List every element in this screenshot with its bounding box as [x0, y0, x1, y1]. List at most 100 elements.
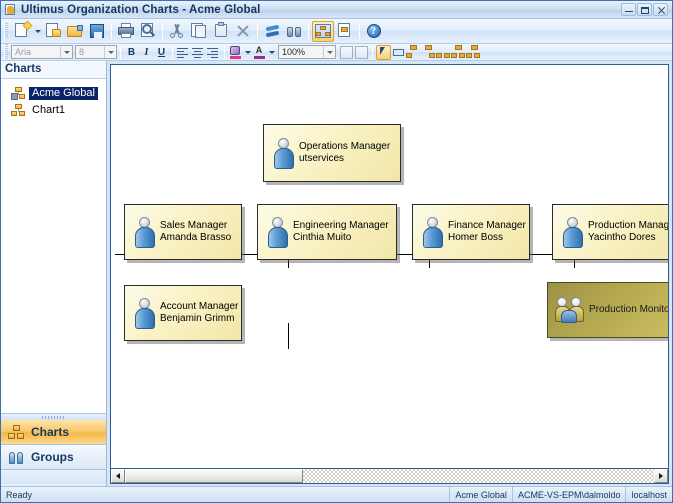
- sidebar-header: Charts: [5, 63, 42, 75]
- chart-node-root[interactable]: Operations Manager utservices: [263, 124, 401, 182]
- font-size-combo[interactable]: 8: [75, 45, 117, 59]
- sidebar-splitter[interactable]: [1, 413, 106, 420]
- align-left-icon: [177, 47, 190, 58]
- zoom-combo[interactable]: 100%: [278, 45, 336, 59]
- status-bar: Ready Acme Global ACME-VS-EPM\dalmoldo l…: [1, 486, 672, 502]
- window-title: Ultimus Organization Charts - Acme Globa…: [21, 3, 261, 16]
- add-coworker-icon: [436, 45, 451, 59]
- canvas-area: Operations Manager utservices Sales Mana…: [107, 61, 672, 486]
- bold-button[interactable]: B: [124, 45, 139, 60]
- cut-button[interactable]: [166, 21, 188, 42]
- chart-view-button[interactable]: [312, 20, 334, 42]
- copy-button[interactable]: [188, 21, 210, 42]
- chart-node-sales[interactable]: Sales Manager Amanda Brasso: [124, 204, 242, 260]
- properties-button[interactable]: [334, 21, 356, 42]
- pointer-tool-button[interactable]: [376, 44, 391, 60]
- groups-icon: [8, 450, 25, 465]
- chart-node-engineering[interactable]: Engineering Manager Cinthia Muito: [257, 204, 397, 260]
- tree-item-acme-global[interactable]: Acme Global: [1, 85, 106, 102]
- chart-node-title: Account Manager: [160, 301, 239, 312]
- refresh-button[interactable]: [261, 21, 283, 42]
- chevron-down-icon[interactable]: [323, 46, 335, 58]
- delete-button[interactable]: [232, 21, 254, 42]
- status-chart-name: Acme Global: [449, 487, 512, 502]
- help-button[interactable]: ?: [363, 21, 385, 42]
- person-icon: [422, 216, 444, 248]
- minimize-button[interactable]: [621, 3, 636, 16]
- layout-button[interactable]: [466, 45, 481, 60]
- font-color-dropdown[interactable]: [267, 45, 276, 60]
- add-group-button[interactable]: [451, 45, 466, 60]
- new-chart-button[interactable]: [11, 20, 33, 42]
- chart-icon: [11, 104, 26, 117]
- application-window: Ultimus Organization Charts - Acme Globa…: [0, 0, 673, 503]
- person-icon: [562, 216, 584, 248]
- align-left-button[interactable]: [176, 45, 191, 60]
- tree-item-label: Acme Global: [29, 87, 98, 100]
- print-button[interactable]: [115, 21, 137, 42]
- scroll-right-button[interactable]: [654, 469, 668, 483]
- chart-node-text: Production Monitoring: [589, 304, 668, 316]
- fill-color-dropdown[interactable]: [243, 45, 252, 60]
- scroll-thumb[interactable]: [125, 469, 303, 483]
- insert-field-icon: [340, 45, 353, 59]
- person-icon: [134, 216, 156, 248]
- toolbar-separator: [372, 45, 373, 59]
- maximize-button[interactable]: [637, 3, 652, 16]
- fill-color-icon: [230, 45, 240, 55]
- chart-canvas[interactable]: Operations Manager utservices Sales Mana…: [111, 65, 668, 468]
- scroll-track[interactable]: [125, 469, 654, 483]
- field-properties-button[interactable]: [354, 45, 369, 60]
- print-preview-button[interactable]: [137, 21, 159, 42]
- add-coworker-button[interactable]: [436, 45, 451, 60]
- chart-node-production[interactable]: Production Manager Yacintho Dores: [552, 204, 668, 260]
- font-color-button[interactable]: A: [252, 45, 267, 60]
- font-name-combo[interactable]: Aria: [11, 45, 73, 59]
- paste-button[interactable]: [210, 21, 232, 42]
- sidebar: Charts Acme Global Chart1 Charts Groups: [1, 61, 107, 486]
- chart-node-name: Cinthia Muito: [293, 232, 352, 243]
- locked-chart-icon: [11, 87, 26, 100]
- italic-button[interactable]: I: [139, 45, 154, 60]
- person-icon: [267, 216, 289, 248]
- properties-icon: [337, 23, 354, 39]
- chart-node-text: Finance Manager Homer Boss: [448, 220, 528, 244]
- chart-node-production-monitoring[interactable]: Production Monitoring: [547, 282, 668, 338]
- chevron-down-icon[interactable]: [60, 46, 72, 58]
- chevron-down-icon[interactable]: [104, 46, 116, 58]
- underline-button[interactable]: U: [154, 45, 169, 60]
- open-button[interactable]: [64, 21, 86, 42]
- chart-node-name: Yacintho Dores: [588, 232, 656, 243]
- export-button[interactable]: [42, 21, 64, 42]
- copy-icon: [190, 23, 208, 39]
- add-assistant-button[interactable]: [421, 45, 436, 60]
- charts-icon: [8, 424, 25, 440]
- close-button[interactable]: [653, 3, 668, 16]
- find-button[interactable]: [283, 21, 305, 42]
- align-right-button[interactable]: [206, 45, 221, 60]
- chart-canvas-frame[interactable]: Operations Manager utservices Sales Mana…: [110, 64, 669, 469]
- toolbar-separator: [172, 45, 173, 59]
- person-icon: [273, 137, 295, 169]
- toolbar-grip[interactable]: [4, 23, 8, 39]
- font-name-value: Aria: [15, 47, 32, 57]
- insert-field-button[interactable]: [339, 45, 354, 60]
- chart-node-text: Account Manager Benjamin Grimm: [160, 301, 240, 325]
- add-box-button[interactable]: [391, 45, 406, 60]
- toolbar-separator: [308, 23, 309, 39]
- scroll-left-button[interactable]: [111, 469, 125, 483]
- toolbar-grip[interactable]: [4, 44, 8, 60]
- sidebar-item-charts[interactable]: Charts: [1, 420, 106, 445]
- tree-item-chart1[interactable]: Chart1: [1, 102, 106, 119]
- fill-color-button[interactable]: [228, 45, 243, 60]
- chart-node-account[interactable]: Account Manager Benjamin Grimm: [124, 285, 242, 341]
- app-icon: [4, 3, 17, 16]
- horizontal-scrollbar[interactable]: [110, 469, 669, 484]
- align-center-button[interactable]: [191, 45, 206, 60]
- save-button[interactable]: [86, 21, 108, 42]
- sidebar-item-groups[interactable]: Groups: [1, 445, 106, 470]
- new-chart-dropdown[interactable]: [33, 21, 42, 42]
- add-subordinate-button[interactable]: [406, 45, 421, 60]
- org-chart-view-icon: [314, 23, 332, 39]
- chart-node-finance[interactable]: Finance Manager Homer Boss: [412, 204, 530, 260]
